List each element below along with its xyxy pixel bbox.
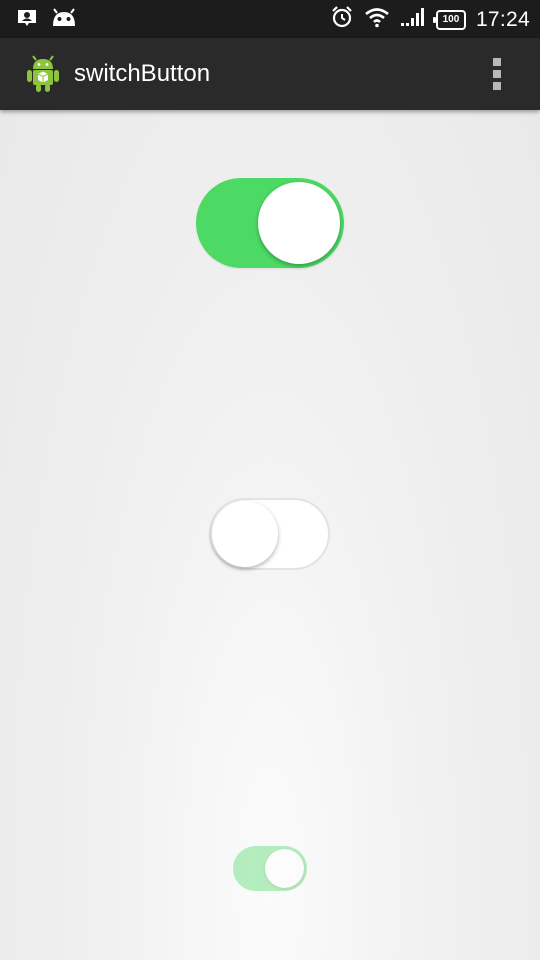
switch-medium-off[interactable] <box>209 498 330 570</box>
signal-icon <box>400 7 426 32</box>
status-bar: 100 17:24 <box>0 0 540 38</box>
action-bar: switchButton <box>0 38 540 110</box>
android-debug-icon <box>50 8 78 33</box>
notification-icon <box>16 8 38 33</box>
switch-thumb[interactable] <box>212 501 278 567</box>
switch-large-on[interactable] <box>196 178 344 268</box>
app-title: switchButton <box>74 60 211 87</box>
switch-thumb[interactable] <box>258 182 340 264</box>
app-screen: 100 17:24 switchButton <box>0 0 540 960</box>
menu-dot <box>493 70 501 78</box>
android-robot-icon <box>26 55 60 93</box>
switch-small-disabled <box>233 846 307 891</box>
battery-icon: 100 <box>432 9 466 30</box>
menu-dot <box>493 82 501 90</box>
overflow-menu-icon[interactable] <box>482 56 512 92</box>
wifi-icon <box>364 6 390 33</box>
switch-thumb <box>265 849 304 888</box>
status-time: 17:24 <box>475 7 530 31</box>
menu-dot <box>493 58 501 66</box>
alarm-icon <box>330 5 354 34</box>
